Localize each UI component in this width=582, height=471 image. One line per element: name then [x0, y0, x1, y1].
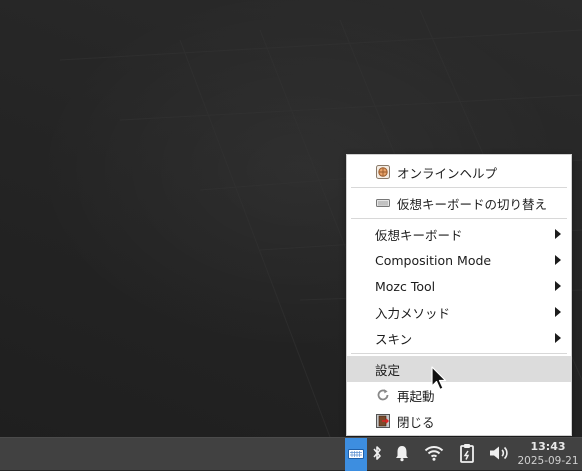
menu-item-label: オンラインヘルプ — [397, 165, 498, 181]
menu-item-virtual-keyboard[interactable]: 仮想キーボード — [347, 221, 571, 247]
menu-item-settings[interactable]: 設定 — [347, 356, 571, 382]
submenu-arrow-icon — [555, 281, 561, 291]
tray-wifi-button[interactable] — [422, 438, 446, 471]
menu-item-label: 仮想キーボードの切り替え — [397, 196, 548, 212]
mozc-context-menu: オンラインヘルプ 仮想キーボードの切り替え 仮想キーボード Compositio… — [346, 154, 572, 436]
volume-icon — [488, 444, 510, 466]
tray-keyboard-button[interactable] — [345, 438, 367, 471]
clock-time: 13:43 — [530, 440, 566, 453]
globe-help-icon — [375, 164, 391, 180]
clock-date: 2025-09-21 — [517, 455, 579, 467]
menu-item-composition-mode[interactable]: Composition Mode — [347, 247, 571, 273]
menu-item-label: Mozc Tool — [375, 278, 436, 294]
menu-item-mozc-tool[interactable]: Mozc Tool — [347, 273, 571, 299]
bluetooth-icon — [372, 444, 382, 466]
menu-item-label: 入力メソッド — [375, 305, 451, 321]
wifi-icon — [424, 445, 444, 465]
keyboard-icon — [348, 445, 364, 464]
submenu-arrow-icon — [555, 255, 561, 265]
submenu-arrow-icon — [555, 229, 561, 239]
clipboard-icon — [459, 443, 475, 467]
tray-clipboard-button[interactable] — [457, 438, 477, 471]
submenu-arrow-icon — [555, 307, 561, 317]
menu-item-skin[interactable]: スキン — [347, 325, 571, 351]
menu-item-label: スキン — [375, 331, 413, 347]
menu-item-close[interactable]: 閉じる — [347, 408, 571, 434]
menu-item-restart[interactable]: 再起動 — [347, 382, 571, 408]
taskbar-clock[interactable]: 13:43 2025-09-21 — [514, 438, 582, 471]
tray-bluetooth-button[interactable] — [369, 438, 385, 471]
keyboard-icon — [375, 195, 391, 211]
tray-notifications-button[interactable] — [392, 438, 412, 471]
menu-item-label: 仮想キーボード — [375, 227, 463, 243]
menu-item-toggle-virtual-keyboard[interactable]: 仮想キーボードの切り替え — [347, 190, 571, 216]
menu-item-label: 再起動 — [397, 388, 435, 404]
tray-volume-button[interactable] — [487, 438, 511, 471]
restart-icon — [375, 387, 391, 403]
menu-item-label: 閉じる — [397, 414, 435, 430]
taskbar: 13:43 2025-09-21 — [0, 437, 582, 471]
bell-icon — [394, 444, 410, 466]
menu-item-input-method[interactable]: 入力メソッド — [347, 299, 571, 325]
menu-item-label: 設定 — [375, 362, 401, 378]
submenu-arrow-icon — [555, 333, 561, 343]
mouse-pointer-icon — [431, 366, 449, 396]
menu-separator — [351, 187, 567, 188]
menu-separator — [351, 353, 567, 354]
close-door-icon — [375, 413, 391, 429]
menu-separator — [351, 218, 567, 219]
menu-item-label: Composition Mode — [375, 252, 492, 268]
menu-item-online-help[interactable]: オンラインヘルプ — [347, 159, 571, 185]
